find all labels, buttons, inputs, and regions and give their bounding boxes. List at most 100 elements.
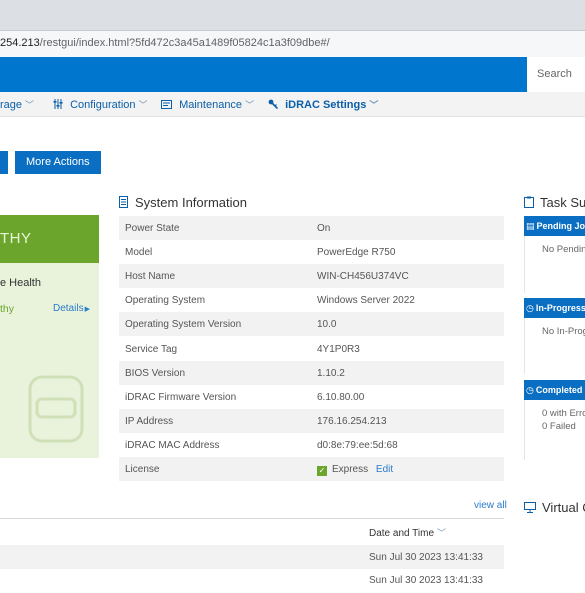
view-all-link[interactable]: view all	[474, 500, 507, 511]
clock-icon: ◷	[526, 303, 534, 313]
browser-tab-strip	[0, 0, 585, 31]
url-host: 254.213	[0, 37, 40, 49]
log-header-row: Date and Time ﹀	[0, 519, 504, 543]
info-value: 6.10.80.00	[317, 392, 365, 403]
url-path: /restgui/index.html?5fd472c3a45a1489f058…	[39, 37, 330, 49]
info-label: Power State	[125, 223, 180, 234]
info-row-idrac-mac: iDRAC MAC Address d0:8e:79:ee:5d:68	[119, 433, 504, 457]
log-date-time: Sun Jul 30 2023 13:41:33	[369, 552, 483, 563]
info-row-bios-version: BIOS Version 1.10.2	[119, 361, 504, 385]
nav-maintenance[interactable]: Maintenance ﹀	[161, 98, 254, 111]
storage-disk-icon	[28, 375, 84, 450]
power-button[interactable]	[0, 151, 8, 174]
maintenance-icon	[161, 99, 175, 111]
search-input[interactable]: Search	[527, 57, 585, 92]
monitor-icon	[524, 501, 536, 516]
health-details-link[interactable]: Details▶	[53, 303, 90, 314]
info-value: 10.0	[317, 319, 337, 330]
info-value: 1.10.2	[317, 368, 345, 379]
info-row-ip-address: IP Address 176.16.254.213	[119, 409, 504, 433]
in-progress-title: In-Progress	[535, 303, 585, 313]
key-icon	[268, 99, 281, 111]
nav-storage[interactable]: rage ﹀	[0, 98, 34, 111]
health-details-label: Details	[53, 303, 84, 314]
task-summary-title: Task Su	[540, 195, 585, 210]
info-value: 176.16.254.213	[317, 416, 387, 427]
license-edit-link[interactable]: Edit	[376, 464, 393, 475]
info-label: Operating System	[125, 295, 206, 306]
header-banner: Search	[0, 57, 585, 92]
search-placeholder: Search	[537, 68, 572, 80]
info-row-power-state: Power State On	[119, 216, 504, 240]
caret-right-icon: ▶	[84, 306, 90, 313]
clipboard-icon	[524, 196, 534, 211]
info-label: Service Tag	[125, 344, 178, 355]
virtual-console-title: Virtual C	[542, 500, 585, 515]
checkbox-checked-icon: ✓	[317, 466, 327, 476]
license-type: Express	[332, 464, 369, 475]
completed-header: ◷ Completed	[524, 380, 585, 400]
health-status-text: THY	[0, 230, 32, 247]
info-label: iDRAC MAC Address	[125, 440, 220, 451]
virtual-console-header: Virtual C	[524, 500, 585, 516]
system-info-header: System Information	[119, 195, 247, 211]
info-label: iDRAC Firmware Version	[125, 392, 237, 403]
table-row[interactable]: Sun Jul 30 2023 13:41:33	[0, 569, 504, 593]
info-label: Model	[125, 247, 153, 258]
in-progress-panel: No In-Prog	[524, 318, 585, 374]
chevron-down-icon: ﹀	[245, 100, 255, 110]
nav-configuration[interactable]: Configuration ﹀	[53, 98, 148, 111]
chevron-down-icon: ﹀	[25, 100, 35, 110]
info-label: License	[125, 464, 160, 475]
pending-jobs-panel: No Pendin	[524, 236, 585, 293]
info-row-operating-system: Operating System Windows Server 2022	[119, 288, 504, 312]
document-icon	[119, 196, 128, 211]
pending-jobs-header: ▤ Pending Jo	[524, 216, 585, 236]
completed-failed-text: 0 Failed	[542, 421, 576, 432]
license-value: ✓ Express Edit	[317, 464, 393, 476]
info-row-os-version: Operating System Version 10.0	[119, 312, 504, 336]
date-time-label: Date and Time	[369, 528, 435, 539]
info-value: PowerEdge R750	[317, 247, 396, 258]
info-row-service-tag: Service Tag 4Y1P0R3	[119, 337, 504, 361]
health-panel: e Health thy Details▶	[0, 263, 99, 458]
info-value: On	[317, 223, 331, 234]
more-actions-button[interactable]: More Actions ▼	[15, 151, 101, 190]
nav-storage-label: rage	[0, 99, 23, 111]
nav-idrac-settings-label: iDRAC Settings	[285, 99, 367, 111]
info-label: Host Name	[125, 271, 176, 282]
completed-errors-text: 0 with Erro	[542, 408, 585, 419]
info-row-idrac-firmware: iDRAC Firmware Version 6.10.80.00	[119, 385, 504, 409]
clock-icon: ◷	[526, 385, 534, 395]
nav-maintenance-label: Maintenance	[179, 99, 243, 111]
health-status-label: thy	[0, 303, 15, 315]
completed-panel: 0 with Erro 0 Failed	[524, 400, 585, 460]
info-value: d0:8e:79:ee:5d:68	[317, 440, 398, 451]
nav-idrac-settings[interactable]: iDRAC Settings ﹀	[268, 98, 378, 111]
pending-jobs-title: Pending Jo	[536, 221, 585, 231]
system-info-title: System Information	[135, 195, 247, 210]
main-nav: rage ﹀ Configuration ﹀ Maintenance ﹀ iDRAC …	[0, 92, 585, 117]
address-url[interactable]: 254.213/restgui/index.html?5fd472c3a45a1…	[0, 37, 330, 49]
info-value: Windows Server 2022	[317, 295, 415, 306]
log-date-time: Sun Jul 30 2023 13:41:33	[369, 575, 483, 586]
nav-configuration-label: Configuration	[70, 99, 136, 111]
date-time-column-header[interactable]: Date and Time ﹀	[369, 526, 446, 539]
chevron-down-icon: ﹀	[369, 100, 379, 110]
info-label: IP Address	[125, 416, 174, 427]
completed-title: Completed	[535, 385, 583, 395]
pending-jobs-text: No Pendin	[542, 244, 585, 255]
health-heading: e Health	[0, 277, 41, 289]
info-label: BIOS Version	[125, 368, 186, 379]
chevron-down-icon: ﹀	[437, 528, 447, 538]
sliders-icon	[53, 99, 66, 111]
in-progress-header: ◷ In-Progress	[524, 298, 585, 318]
chevron-down-icon: ﹀	[138, 100, 148, 110]
task-summary-header: Task Su	[524, 195, 585, 211]
address-bar[interactable]: 254.213/restgui/index.html?5fd472c3a45a1…	[0, 31, 585, 58]
table-row[interactable]: Sun Jul 30 2023 13:41:33	[0, 545, 504, 569]
info-label: Operating System Version	[125, 319, 242, 330]
list-icon: ▤	[526, 221, 535, 231]
info-row-license: License ✓ Express Edit	[119, 457, 504, 481]
info-value: WIN-CH456U374VC	[317, 271, 409, 282]
